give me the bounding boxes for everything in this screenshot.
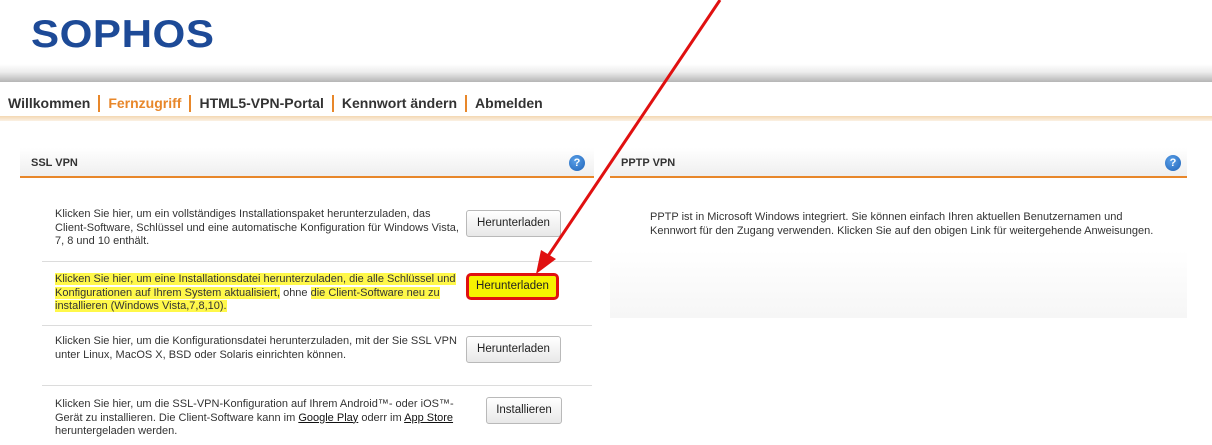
pptp-vpn-panel-header: PPTP VPN ? — [610, 148, 1187, 178]
pptp-vpn-panel: PPTP VPN ? PPTP ist in Microsoft Windows… — [610, 148, 1187, 318]
help-icon[interactable]: ? — [569, 155, 585, 171]
nav-separator — [331, 94, 334, 112]
nav-fernzugriff[interactable]: Fernzugriff — [108, 95, 181, 111]
ssl-vpn-title: SSL VPN — [31, 157, 78, 169]
download-full-package-button[interactable]: Herunterladen — [466, 210, 561, 237]
google-play-link[interactable]: Google Play — [298, 412, 358, 424]
plain-text: ohne — [280, 286, 311, 299]
nav-separator — [465, 94, 468, 112]
nav-divider — [0, 116, 1212, 121]
ssl-vpn-panel: SSL VPN ? Klicken Sie hier, um ein volls… — [20, 148, 594, 445]
download-config-update-button[interactable]: Herunterladen — [466, 273, 559, 300]
ssl-row-text: Klicken Sie hier, um ein vollständiges I… — [55, 208, 459, 247]
ssl-vpn-panel-header: SSL VPN ? — [20, 148, 594, 178]
text: heruntergeladen werden. — [55, 425, 178, 437]
sophos-logo: SOPHOS — [31, 13, 215, 56]
pptp-description: PPTP ist in Microsoft Windows integriert… — [650, 211, 1154, 237]
ssl-row-text: Klicken Sie hier, um die SSL-VPN-Konfigu… — [55, 398, 465, 439]
nav-willkommen[interactable]: Willkommen — [8, 95, 90, 111]
ssl-row-text: Klicken Sie hier, um die Konfigurationsd… — [55, 335, 457, 361]
nav-abmelden[interactable]: Abmelden — [475, 95, 543, 111]
app-store-link[interactable]: App Store — [404, 412, 453, 424]
help-icon[interactable]: ? — [1165, 155, 1181, 171]
ssl-row-full-package: Klicken Sie hier, um ein vollständiges I… — [42, 194, 592, 262]
nav-separator — [189, 94, 192, 112]
ssl-row-config-file: Klicken Sie hier, um die Konfigurationsd… — [42, 326, 592, 386]
nav-kennwort-aendern[interactable]: Kennwort ändern — [342, 95, 457, 111]
header-bar: SOPHOS — [0, 0, 1212, 82]
pptp-vpn-title: PPTP VPN — [621, 157, 676, 169]
nav-separator — [98, 94, 101, 112]
text: oderr im — [358, 411, 405, 424]
install-mobile-button[interactable]: Installieren — [486, 397, 562, 424]
main-nav: Willkommen Fernzugriff HTML5-VPN-Portal … — [8, 92, 543, 114]
ssl-row-mobile: Klicken Sie hier, um die SSL-VPN-Konfigu… — [42, 386, 592, 445]
nav-html5-vpn-portal[interactable]: HTML5-VPN-Portal — [199, 95, 323, 111]
ssl-row-config-update: Klicken Sie hier, um eine Installationsd… — [42, 262, 592, 326]
ssl-row-text: Klicken Sie hier, um eine Installationsd… — [55, 273, 465, 314]
download-config-file-button[interactable]: Herunterladen — [466, 336, 561, 363]
